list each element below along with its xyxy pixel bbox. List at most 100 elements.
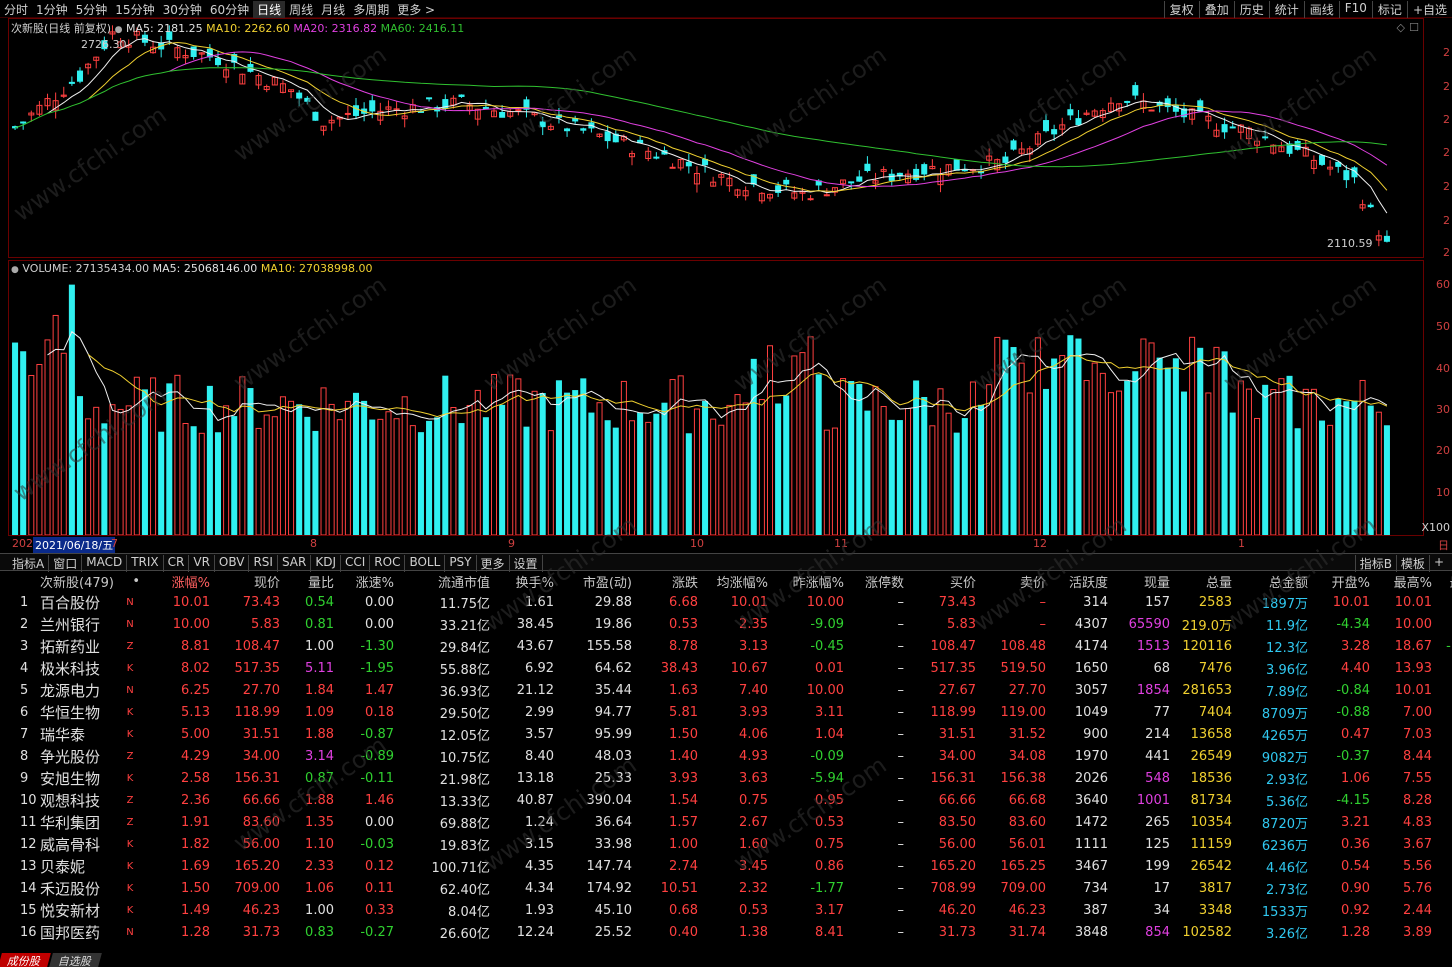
bottom-tab[interactable]: 成份股: [0, 953, 51, 967]
col-header[interactable]: 最低%: [1436, 571, 1452, 591]
indicator-tab[interactable]: 更多: [477, 555, 510, 572]
stock-name[interactable]: 国邦医药: [40, 921, 120, 943]
stock-name[interactable]: 极米科技: [40, 657, 120, 679]
diamond-icon[interactable]: ◇: [1397, 21, 1405, 34]
col-header[interactable]: •: [120, 571, 144, 591]
indicator-tab[interactable]: OBV: [215, 555, 250, 572]
stock-name[interactable]: 百合股份: [40, 591, 120, 613]
col-header[interactable]: 最高%: [1374, 571, 1436, 591]
table-row[interactable]: 3 拓新药业 Z 8.81 108.47 1.00 -1.30 29.84亿 43.67 155.…: [0, 635, 1452, 657]
toolbar-button[interactable]: +自选: [1406, 1, 1452, 18]
indicator-tab[interactable]: KDJ: [311, 555, 341, 572]
col-header[interactable]: 现价: [214, 571, 284, 591]
indicator-button[interactable]: 指标B: [1354, 555, 1396, 572]
table-row[interactable]: 8 争光股份 Z 4.29 34.00 3.14 -0.89 10.75亿 8.40 48.03 1…: [0, 745, 1452, 767]
period-tab[interactable]: 日线: [253, 1, 286, 18]
indicator-button[interactable]: 模板: [1395, 555, 1429, 572]
indicator-tab[interactable]: 设置: [510, 555, 543, 572]
stock-name[interactable]: 华恒生物: [40, 701, 120, 723]
kline-chart[interactable]: 次新股(日线 前复权) ● MA5: 2181.25 MA10: 2262.60…: [8, 18, 1424, 258]
table-row[interactable]: 7 瑞华泰 K 5.00 31.51 1.88 -0.87 12.05亿 3.57 95.99 1.…: [0, 723, 1452, 745]
table-row[interactable]: 12 威高骨科 K 1.82 56.00 1.10 -0.03 19.83亿 3.15 33.98…: [0, 833, 1452, 855]
toolbar-button[interactable]: 历史: [1233, 1, 1269, 18]
indicator-tab[interactable]: SAR: [278, 555, 312, 572]
toolbar-button[interactable]: 统计: [1268, 1, 1304, 18]
indicator-tab[interactable]: 指标A: [8, 555, 50, 572]
col-header[interactable]: 开盘%: [1312, 571, 1374, 591]
col-header[interactable]: 涨速%: [338, 571, 398, 591]
period-tab[interactable]: 60分钟: [206, 1, 253, 18]
indicator-button[interactable]: +: [1428, 555, 1448, 572]
col-header[interactable]: 涨幅%: [144, 571, 214, 591]
period-tab[interactable]: 周线: [285, 1, 317, 18]
stock-name[interactable]: 禾迈股份: [40, 877, 120, 899]
toolbar-button[interactable]: 叠加: [1198, 1, 1234, 18]
period-tab[interactable]: 15分钟: [111, 1, 158, 18]
table-row[interactable]: 4 极米科技 K 8.02 517.35 5.11 -1.95 55.88亿 6.92 64.62…: [0, 657, 1452, 679]
col-header[interactable]: 量比: [284, 571, 338, 591]
bottom-tab[interactable]: 自选股: [49, 953, 102, 967]
indicator-tab[interactable]: BOLL: [405, 555, 446, 572]
col-header[interactable]: 买价: [908, 571, 980, 591]
table-row[interactable]: 1 百合股份 N 10.01 73.43 0.54 0.00 11.75亿 1.61 29.88 6…: [0, 591, 1452, 613]
col-header[interactable]: 均涨幅%: [702, 571, 772, 591]
period-tab[interactable]: 更多 >: [393, 1, 439, 18]
table-row[interactable]: 14 禾迈股份 K 1.50 709.00 1.06 0.11 62.40亿 4.34 174.9…: [0, 877, 1452, 899]
stock-name[interactable]: 兰州银行: [40, 613, 120, 635]
col-header[interactable]: 市盈(动): [558, 571, 636, 591]
indicator-tab[interactable]: VR: [189, 555, 215, 572]
stock-name[interactable]: 拓新药业: [40, 635, 120, 657]
period-tab[interactable]: 多周期: [349, 1, 393, 18]
indicator-tab[interactable]: 窗口: [49, 555, 83, 572]
stock-name[interactable]: 悦安新材: [40, 899, 120, 921]
table-row[interactable]: 10 观想科技 Z 2.36 66.66 1.88 1.46 13.33亿 40.87 390.0…: [0, 789, 1452, 811]
stock-name[interactable]: 威高骨科: [40, 833, 120, 855]
settings-icon[interactable]: ●: [115, 25, 123, 35]
indicator-tab[interactable]: PSY: [445, 555, 477, 572]
stock-name[interactable]: 贝泰妮: [40, 855, 120, 877]
indicator-tab[interactable]: ROC: [370, 555, 406, 572]
table-row[interactable]: 6 华恒生物 K 5.13 118.99 1.09 0.18 29.50亿 2.99 94.77 5…: [0, 701, 1452, 723]
indicator-tab[interactable]: CCI: [341, 555, 371, 572]
col-header[interactable]: 总金额: [1236, 571, 1312, 591]
table-row[interactable]: 11 华利集团 Z 1.91 83.60 1.35 0.00 69.88亿 1.24 36.64 1…: [0, 811, 1452, 833]
col-header[interactable]: 涨跌: [636, 571, 702, 591]
volume-chart[interactable]: ● VOLUME: 27135434.00 MA5: 25068146.00 M…: [8, 260, 1424, 536]
stock-name[interactable]: 龙源电力: [40, 679, 120, 701]
col-header[interactable]: 换手%: [494, 571, 558, 591]
col-header[interactable]: 次新股(479): [40, 571, 120, 591]
table-row[interactable]: 15 悦安新材 K 1.49 46.23 1.00 0.33 8.04亿 1.93 45.10 0.…: [0, 899, 1452, 921]
col-header[interactable]: 涨停数: [848, 571, 908, 591]
indicator-tab[interactable]: MACD: [82, 555, 128, 572]
stock-name[interactable]: 安旭生物: [40, 767, 120, 789]
col-header[interactable]: 活跃度: [1050, 571, 1112, 591]
table-row[interactable]: 5 龙源电力 N 6.25 27.70 1.84 1.47 36.93亿 21.12 35.44 1…: [0, 679, 1452, 701]
table-row[interactable]: 2 兰州银行 N 10.00 5.83 0.81 0.00 33.21亿 38.45 19.86 0…: [0, 613, 1452, 635]
period-tab[interactable]: 1分钟: [32, 1, 72, 18]
stock-name[interactable]: 争光股份: [40, 745, 120, 767]
col-header[interactable]: 流通市值: [398, 571, 494, 591]
toolbar-button[interactable]: 画线: [1303, 1, 1339, 18]
stock-name[interactable]: 华利集团: [40, 811, 120, 833]
settings-icon[interactable]: ●: [11, 265, 19, 275]
stock-name[interactable]: 瑞华泰: [40, 723, 120, 745]
indicator-tab[interactable]: RSI: [249, 555, 278, 572]
table-row[interactable]: 9 安旭生物 K 2.58 156.31 0.87 -0.11 21.98亿 13.18 25.3…: [0, 767, 1452, 789]
close-icon[interactable]: ☐: [1409, 21, 1419, 34]
table-row[interactable]: 13 贝泰妮 K 1.69 165.20 2.33 0.12 100.71亿 4.35 147.7…: [0, 855, 1452, 877]
table-row[interactable]: 16 国邦医药 N 1.28 31.73 0.83 -0.27 26.60亿 12.24 25.5…: [0, 921, 1452, 943]
period-tab[interactable]: 月线: [317, 1, 349, 18]
period-tab[interactable]: 30分钟: [159, 1, 206, 18]
period-tab[interactable]: 5分钟: [72, 1, 112, 18]
period-tab[interactable]: 分时: [0, 1, 32, 18]
col-header[interactable]: 昨涨幅%: [772, 571, 848, 591]
toolbar-button[interactable]: 标记: [1371, 1, 1407, 18]
stock-name[interactable]: 观想科技: [40, 789, 120, 811]
col-header[interactable]: 总量: [1174, 571, 1236, 591]
toolbar-button[interactable]: 复权: [1163, 1, 1199, 18]
col-header[interactable]: 卖价: [980, 571, 1050, 591]
indicator-tab[interactable]: CR: [164, 555, 190, 572]
indicator-tab[interactable]: TRIX: [127, 555, 164, 572]
toolbar-button[interactable]: F10: [1338, 1, 1372, 18]
col-header[interactable]: 现量: [1112, 571, 1174, 591]
